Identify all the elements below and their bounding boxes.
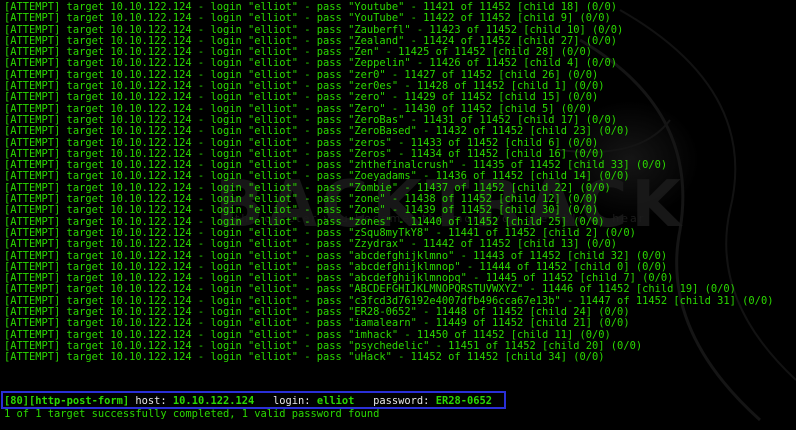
summary-line: 1 of 1 target successfully completed, 1 …	[4, 408, 380, 420]
attempt-line: [ATTEMPT] target 10.10.122.124 - login "…	[4, 238, 618, 251]
attempt-line: [ATTEMPT] target 10.10.122.124 - login "…	[4, 317, 630, 330]
attempt-line: [ATTEMPT] target 10.10.122.124 - login "…	[4, 204, 599, 217]
attempt-line: [ATTEMPT] target 10.10.122.124 - login "…	[4, 12, 611, 25]
attempt-line: [ATTEMPT] target 10.10.122.124 - login "…	[4, 351, 605, 364]
terminal-window[interactable]: BACKTRACK the quieter you become, the mo…	[0, 0, 796, 430]
attempt-line: [ATTEMPT] target 10.10.122.124 - login "…	[4, 91, 599, 104]
attempt-log: [ATTEMPT] target 10.10.122.124 - login "…	[4, 1, 773, 364]
success-highlight-box	[1, 391, 506, 409]
attempt-line: [ATTEMPT] target 10.10.122.124 - login "…	[4, 125, 630, 138]
